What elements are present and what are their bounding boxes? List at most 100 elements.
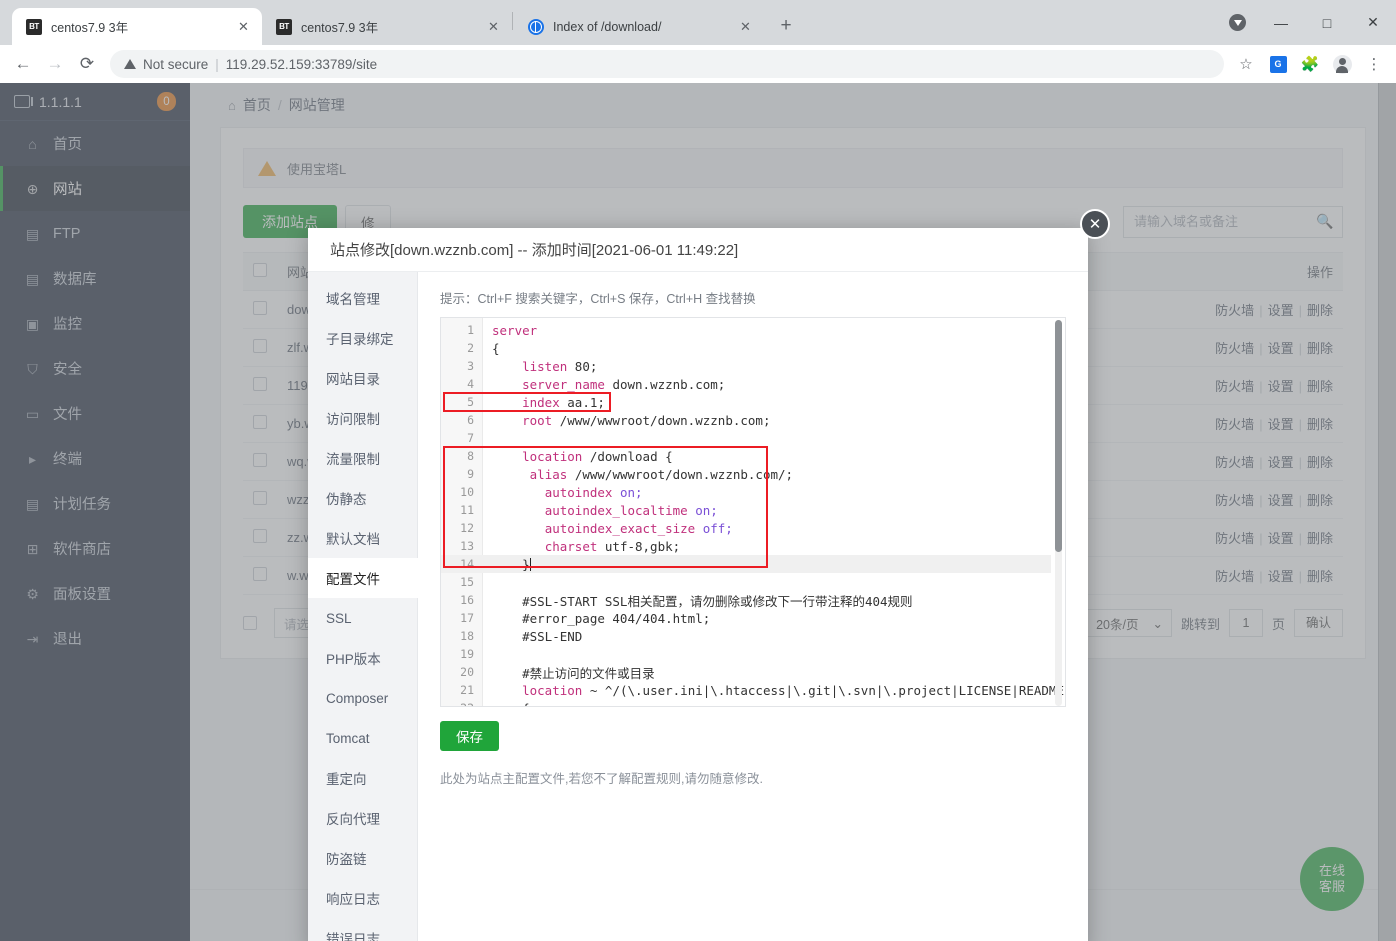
page-viewport: 1.1.1.1 0 ⌂ 首页 ⊕ 网站 ▤ FTP ▤ 数据库 ▣ 监控 [0,83,1396,941]
line-number: 12 [460,521,474,535]
line-number: 15 [460,575,474,589]
editor-scrollbar[interactable] [1055,320,1062,706]
tab-title: centos7.9 3年 [51,21,129,35]
line-number: 18 [460,629,474,643]
code-line: 10 autoindex on; [441,483,1051,501]
extensions-icon[interactable]: 🧩 [1296,50,1324,78]
reload-icon[interactable]: ⟳ [72,49,102,79]
code-text: location ~ ^/(\.user.ini|\.htaccess|\.gi… [522,682,1066,698]
code-line: 4 server_name down.wzznb.com; [441,375,1051,393]
google-translate-icon[interactable]: G [1264,50,1292,78]
tab-reverse-proxy[interactable]: 反向代理 [308,798,417,838]
browser-tab-3[interactable]: Index of /download/ ✕ [514,8,764,45]
line-number: 22 [441,701,483,706]
browser-window: BT centos7.9 3年 ✕ BT centos7.9 3年 ✕ Inde… [0,0,1396,941]
code-line: 9 alias /www/wwwroot/down.wzznb.com/; [441,465,1051,483]
close-icon[interactable]: ✕ [485,18,502,35]
tab-domain-management[interactable]: 域名管理 [308,278,417,318]
bt-icon: BT [26,18,42,35]
address-bar[interactable]: Not secure | 119.29.52.159:33789/site [110,50,1224,78]
tab-access-log[interactable]: 响应日志 [308,878,417,918]
code-line: 5 index aa.1; [441,393,1051,411]
maximize-button[interactable]: □ [1304,0,1350,45]
modal-tab-list: 域名管理 子目录绑定 网站目录 访问限制 流量限制 伪静态 默认文档 配置文件 … [308,272,418,941]
close-icon[interactable]: ✕ [1080,209,1110,239]
code-text: autoindex_exact_size off; [544,520,733,536]
line-number: 19 [460,647,474,661]
line-number: 2 [467,341,474,355]
line-number: 7 [467,431,474,445]
line-number: 21 [460,683,474,697]
code-text: { [492,340,500,356]
code-line: 12 autoindex_exact_size off; [441,519,1051,537]
code-text: root /www/wwwroot/down.wzznb.com; [522,412,771,428]
close-window-button[interactable]: ✕ [1350,0,1396,45]
browser-tab-2[interactable]: BT centos7.9 3年 ✕ [262,8,512,45]
tab-ssl[interactable]: SSL [308,598,417,638]
code-text: { [483,701,530,707]
recorder-icon[interactable] [1229,14,1246,31]
config-code-editor[interactable]: 1 server 2{3 listen 80; 4 server_name down.… [440,317,1066,707]
code-line: 2{ [441,339,1051,357]
code-text: autoindex_localtime on; [544,502,718,518]
code-line: 1 server [441,321,1051,339]
editor-code-lines: 1 server 2{3 listen 80; 4 server_name down.… [441,321,1065,707]
code-text: listen 80; [522,358,598,374]
not-secure-icon [124,59,136,69]
code-text: #禁止访问的文件或目录 [492,665,655,681]
new-tab-button[interactable]: + [772,12,800,40]
back-icon[interactable]: ← [8,49,38,79]
browser-tab-1[interactable]: BT centos7.9 3年 ✕ [12,8,262,45]
line-number: 8 [467,449,474,463]
modal-body: 域名管理 子目录绑定 网站目录 访问限制 流量限制 伪静态 默认文档 配置文件 … [308,272,1088,941]
tab-redirect[interactable]: 重定向 [308,758,417,798]
tab-config-file[interactable]: 配置文件 [308,558,418,598]
line-number: 6 [467,413,474,427]
tab-anti-leech[interactable]: 防盗链 [308,838,417,878]
tab-access-restriction[interactable]: 访问限制 [308,398,417,438]
code-line: 3 listen 80; [441,357,1051,375]
code-line: 16 #SSL-START SSL相关配置，请勿删除或修改下一行带注释的404规… [441,591,1051,609]
tab-site-directory[interactable]: 网站目录 [308,358,417,398]
globe-icon [528,18,544,35]
code-text: #SSL-END [492,628,583,644]
code-text: charset utf-8,gbk; [544,538,681,554]
save-button[interactable]: 保存 [440,721,499,751]
modal-main-pane: 提示：Ctrl+F 搜索关键字，Ctrl+S 保存，Ctrl+H 查找替换 1 s… [418,272,1088,941]
code-line: 15 [441,573,1051,591]
omnibox-separator: | [215,56,219,72]
code-text: #SSL-START SSL相关配置，请勿删除或修改下一行带注释的404规则 [492,593,913,609]
forward-icon[interactable]: → [40,49,70,79]
line-number: 16 [460,593,474,607]
code-line: 19 [441,645,1051,663]
line-number: 1 [467,323,474,337]
tab-php-version[interactable]: PHP版本 [308,638,417,678]
code-line: 20 #禁止访问的文件或目录 [441,663,1051,681]
close-icon[interactable]: ✕ [737,18,754,35]
star-icon[interactable]: ☆ [1232,50,1260,78]
code-line: 22 { [441,699,1051,707]
code-text: server_name down.wzznb.com; [522,376,726,392]
tab-traffic-limit[interactable]: 流量限制 [308,438,417,478]
tab-pseudo-static[interactable]: 伪静态 [308,478,417,518]
editor-hint: 提示：Ctrl+F 搜索关键字，Ctrl+S 保存，Ctrl+H 查找替换 [440,292,756,306]
profile-icon[interactable] [1328,50,1356,78]
line-number: 3 [467,359,474,373]
line-number: 10 [460,485,474,499]
tab-tomcat[interactable]: Tomcat [308,718,417,758]
url-text: 119.29.52.159:33789/site [225,56,378,72]
tab-subdirectory-binding[interactable]: 子目录绑定 [308,318,417,358]
line-number: 9 [467,467,474,481]
code-line: 11 autoindex_localtime on; [441,501,1051,519]
security-label: Not secure [143,56,209,72]
tab-default-document[interactable]: 默认文档 [308,518,417,558]
tab-title: Index of /download/ [553,19,662,34]
tab-composer[interactable]: Composer [308,678,417,718]
close-icon[interactable]: ✕ [235,18,252,35]
editor-scrollbar-thumb[interactable] [1055,320,1062,552]
text-cursor [529,557,531,571]
minimize-button[interactable]: — [1258,0,1304,45]
tab-error-log[interactable]: 错误日志 [308,918,417,941]
menu-icon[interactable]: ⋮ [1360,50,1388,78]
code-line: 8 location /download { [441,447,1051,465]
